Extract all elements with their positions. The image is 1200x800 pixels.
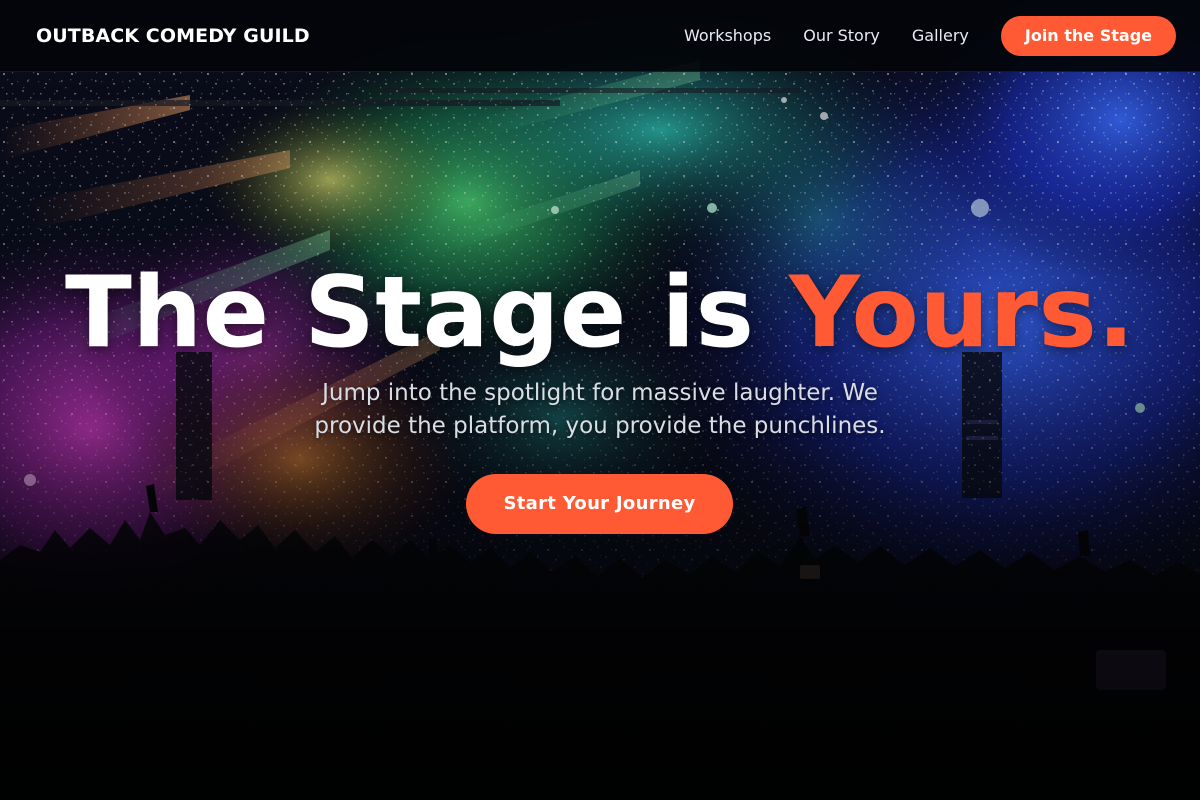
hero-title: The Stage is Yours. — [0, 258, 1200, 368]
hero-title-main: The Stage is — [65, 256, 790, 370]
hero-section: The Stage is Yours. Jump into the spotli… — [0, 0, 1200, 800]
nav-link-our-story[interactable]: Our Story — [803, 16, 880, 56]
join-the-stage-button[interactable]: Join the Stage — [1000, 16, 1176, 56]
start-journey-button[interactable]: Start Your Journey — [466, 474, 733, 534]
brand-logo[interactable]: OUTBACK COMEDY GUILD — [36, 24, 310, 48]
hero-title-accent: Yours. — [789, 256, 1135, 370]
hero-subtitle: Jump into the spotlight for massive laug… — [314, 380, 886, 439]
site-header: OUTBACK COMEDY GUILD Workshops Our Story… — [0, 0, 1200, 72]
nav-link-workshops[interactable]: Workshops — [684, 16, 771, 56]
nav-link-gallery[interactable]: Gallery — [912, 16, 969, 56]
main-nav: Workshops Our Story Gallery Join the Sta… — [684, 16, 1176, 56]
